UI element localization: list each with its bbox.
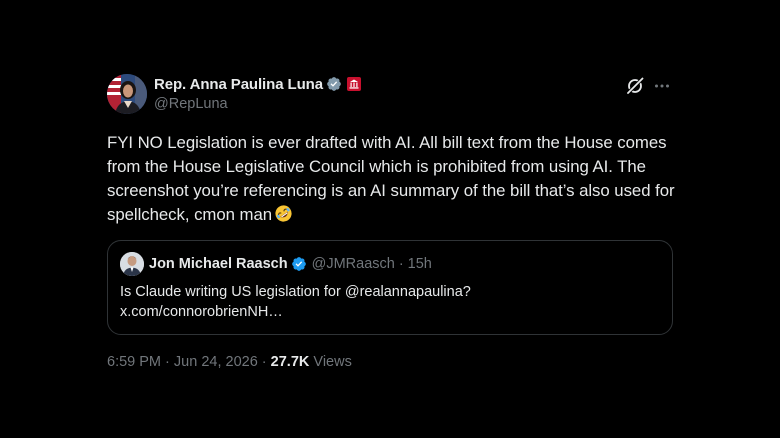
author-names: Rep. Anna Paulina Luna @RepLuna [154, 74, 361, 112]
tweet: Rep. Anna Paulina Luna @RepLuna FYI NO L… [107, 72, 675, 370]
verified-badge-icon [326, 76, 342, 92]
tweet-header: Rep. Anna Paulina Luna @RepLuna [107, 72, 673, 116]
quoted-author-handle[interactable]: @JMRaasch [312, 256, 395, 272]
meta-separator: · [261, 354, 267, 370]
quoted-separator: · [398, 256, 404, 272]
author-name-row: Rep. Anna Paulina Luna [154, 74, 361, 94]
author-handle[interactable]: @RepLuna [154, 96, 361, 112]
quoted-author-display-name[interactable]: Jon Michael Raasch [149, 256, 288, 272]
tweet-time[interactable]: 6:59 PM [107, 354, 161, 370]
quoted-text-line: Is Claude writing US legislation for @re… [120, 284, 471, 300]
tweet-text: FYI NO Legislation is ever drafted with … [107, 131, 677, 227]
author-avatar[interactable] [107, 74, 147, 114]
rolling-on-floor-laughing-emoji [274, 204, 293, 223]
grok-icon[interactable] [626, 77, 644, 95]
meta-separator: · [165, 354, 170, 370]
quoted-tweet-header: Jon Michael Raasch @JMRaasch · 15h [120, 252, 660, 276]
tweet-metadata: 6:59 PM · Jun 24, 2026 · 27.7K Views [107, 354, 673, 370]
views-count[interactable]: 27.7K [271, 354, 310, 370]
quoted-link[interactable]: x.com/connorobrienNH… [120, 302, 660, 322]
views-label: Views [313, 354, 352, 370]
verified-badge-icon [291, 256, 307, 272]
quoted-timestamp[interactable]: 15h [408, 256, 432, 272]
us-house-affiliation-icon[interactable] [346, 77, 361, 91]
quoted-author-avatar[interactable] [120, 252, 144, 276]
tweet-date[interactable]: Jun 24, 2026 [174, 354, 258, 370]
author-display-name[interactable]: Rep. Anna Paulina Luna [154, 76, 323, 93]
tweet-text-content: FYI NO Legislation is ever drafted with … [107, 133, 675, 224]
more-icon[interactable] [653, 77, 671, 95]
quoted-tweet[interactable]: Jon Michael Raasch @JMRaasch · 15h Is Cl… [107, 240, 673, 335]
quoted-tweet-text: Is Claude writing US legislation for @re… [120, 282, 660, 322]
